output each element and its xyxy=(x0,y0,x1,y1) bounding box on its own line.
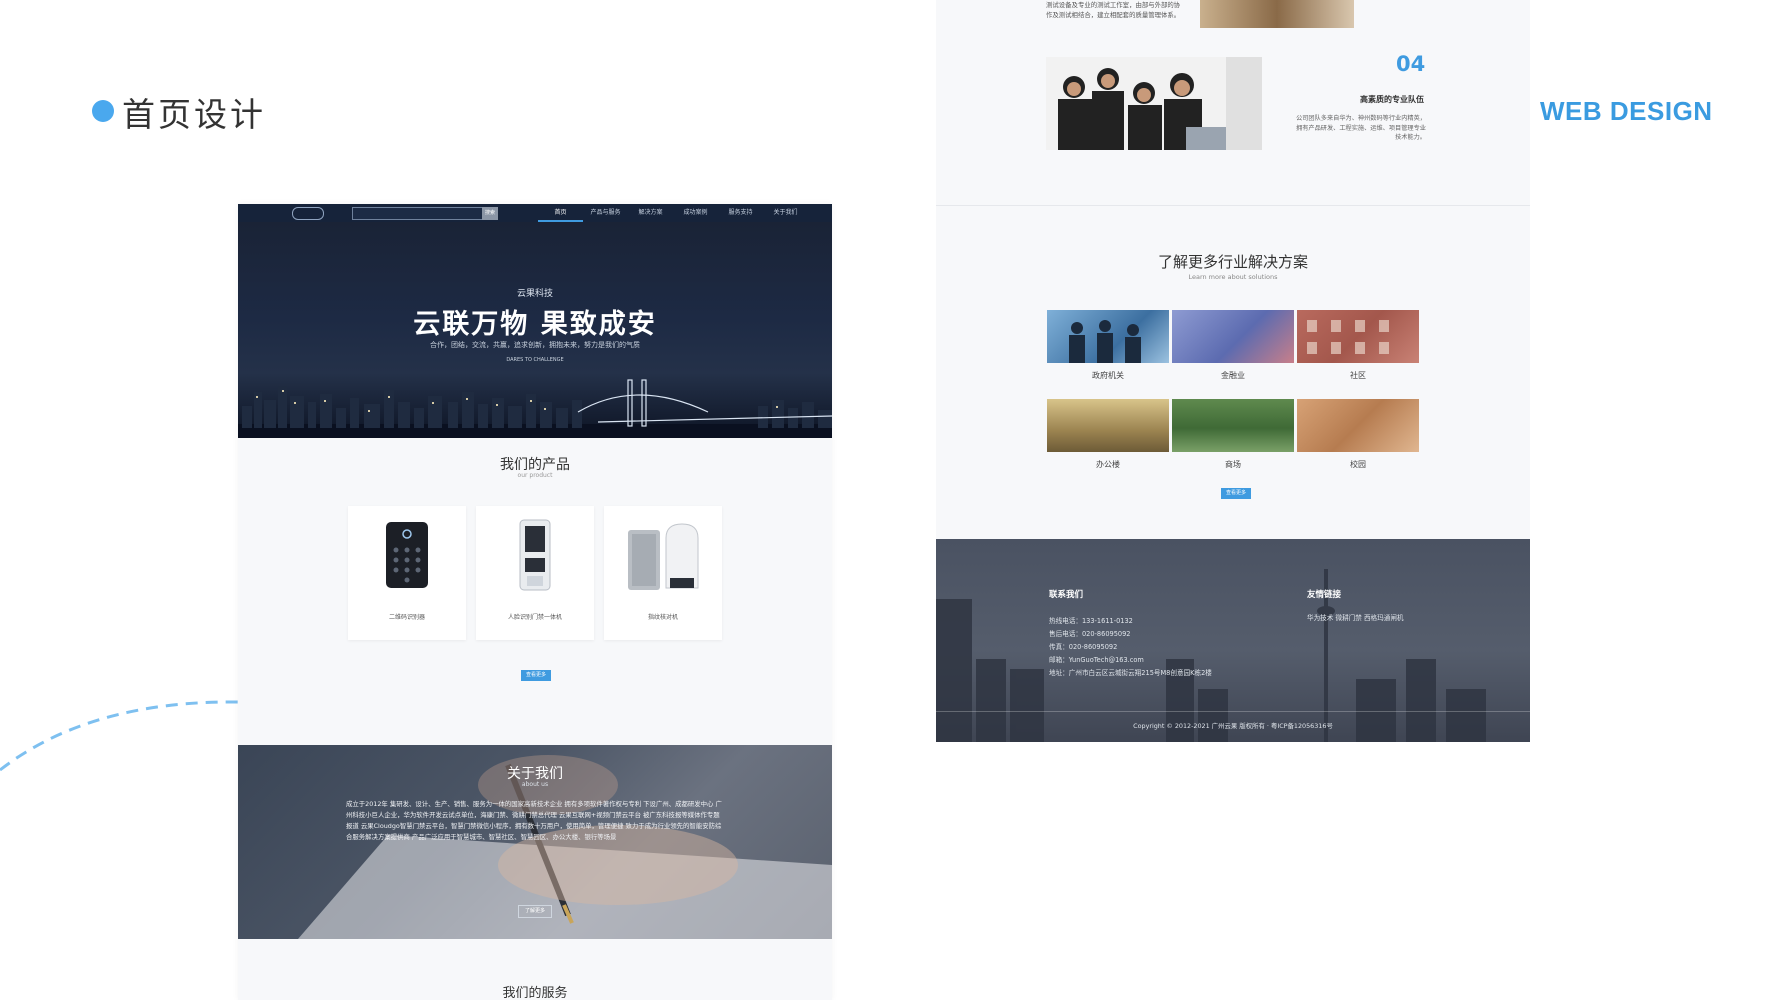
footer-links[interactable]: 华为技术 微耕门禁 西格玛通闸机 xyxy=(1307,612,1404,622)
community-photo xyxy=(1307,320,1389,354)
product-name: 二维码识别器 xyxy=(388,614,425,621)
product-card[interactable]: 人脸识别门禁一体机 xyxy=(476,506,594,640)
solution-tile-government[interactable] xyxy=(1047,310,1169,363)
section-divider xyxy=(936,205,1530,206)
about-body: 成立于2012年 集研发、设计、生产、销售、服务为一体的国家高新技术企业 拥有多… xyxy=(346,800,722,841)
about-title: 关于我们 xyxy=(507,766,563,782)
title-bullet-icon xyxy=(92,100,114,122)
services-title: 我们的服务 xyxy=(502,986,568,1000)
product-card[interactable]: 指纹核对机 xyxy=(604,506,722,640)
homepage-mockup: 搜索 首页 产品与服务 解决方案 成功案例 服务支持 关于我们 云果科技 云联万… xyxy=(238,204,832,1000)
hero-slogan: 合作，团结，交流，共赢，追求创新，拥抱未来，努力是我们的气质 xyxy=(430,341,640,349)
products-more-button[interactable]: 查看更多 xyxy=(521,670,551,681)
solution-label-government: 政府机关 xyxy=(1092,371,1124,380)
product-card[interactable]: 二维码识别器 xyxy=(348,506,466,640)
footer-email[interactable]: 邮箱：YunGuoTech@163.com xyxy=(1049,654,1144,664)
city-skyline-image xyxy=(238,379,832,438)
solution-tile-mall[interactable] xyxy=(1172,399,1294,452)
nav-item-cases[interactable]: 成功案例 xyxy=(673,204,718,222)
team-people-image xyxy=(1046,57,1262,150)
products-subtitle: our product xyxy=(517,472,553,479)
face-terminal-icon xyxy=(519,519,551,591)
decorative-dashed-arc xyxy=(0,700,240,772)
hero-english: DARES TO CHALLENGE xyxy=(506,357,564,363)
footer-service-phone: 售后电话：020-86095092 xyxy=(1049,630,1131,638)
footer-hotline: 热线电话：133-1611-0132 xyxy=(1049,617,1133,625)
solution-tile-campus[interactable] xyxy=(1297,399,1419,452)
solution-tile-finance[interactable] xyxy=(1172,310,1294,363)
fingerprint-device-icon xyxy=(628,523,699,590)
products-title: 我们的产品 xyxy=(500,457,570,473)
footer-fax: 传真：020-86095092 xyxy=(1049,643,1118,651)
nav-item-about[interactable]: 关于我们 xyxy=(763,204,808,222)
about-more-button[interactable]: 了解更多 xyxy=(518,905,552,918)
solution-label-campus: 校园 xyxy=(1350,460,1366,469)
team-photo xyxy=(1046,57,1262,150)
footer-copyright: Copyright © 2012-2021 广州云果 版权所有 · 粤ICP备1… xyxy=(1133,722,1333,730)
about-subtitle: about us xyxy=(521,781,549,788)
keypad-reader-icon xyxy=(386,522,428,588)
team-title: 高素质的专业队伍 xyxy=(1360,95,1424,104)
product-name: 人脸识别门禁一体机 xyxy=(507,614,562,621)
search-button[interactable]: 搜索 xyxy=(482,207,498,220)
team-description: 公司团队多来自华为、神州数码等行业内精英，拥有产品研发、工程实施、运维、项目管理… xyxy=(1296,115,1426,141)
footer-contact-title: 联系我们 xyxy=(1049,590,1084,600)
quality-text: 测试设备及专业的测试工作室，由部与外部的协作及测试相结合，建立相配套的质量管理体… xyxy=(1046,1,1181,19)
hero-subtitle: 云果科技 xyxy=(516,289,553,299)
search-input[interactable] xyxy=(352,207,484,220)
solution-label-community: 社区 xyxy=(1350,371,1366,380)
slide-title: 首页设计 xyxy=(122,95,266,134)
footer-divider xyxy=(936,711,1530,712)
solutions-subtitle: Learn more about solutions xyxy=(1188,273,1278,281)
product-name: 指纹核对机 xyxy=(647,614,678,621)
solution-label-finance: 金融业 xyxy=(1221,371,1245,380)
team-number: 04 xyxy=(1396,52,1426,76)
footer-links-title: 友情链接 xyxy=(1307,590,1342,600)
solution-label-mall: 商场 xyxy=(1225,460,1241,469)
nav-menu: 首页 产品与服务 解决方案 成功案例 服务支持 关于我们 xyxy=(538,204,808,222)
hero-title: 云联万物 果致成安 xyxy=(413,309,657,340)
slide-tag: WEB DESIGN xyxy=(1540,96,1713,126)
solutions-page-mockup: 测试设备及专业的测试工作室，由部与外部的协作及测试相结合，建立相配套的质量管理体… xyxy=(936,0,1530,742)
office-photo xyxy=(1200,0,1354,28)
solution-tile-office[interactable] xyxy=(1047,399,1169,452)
site-footer: 联系我们 热线电话：133-1611-0132 售后电话：020-8609509… xyxy=(936,539,1530,742)
nav-item-products[interactable]: 产品与服务 xyxy=(583,204,628,222)
nav-item-solutions[interactable]: 解决方案 xyxy=(628,204,673,222)
logo[interactable] xyxy=(292,207,324,220)
solutions-title: 了解更多行业解决方案 xyxy=(1157,253,1308,271)
nav-item-home[interactable]: 首页 xyxy=(538,204,583,222)
hero-banner: 云果科技 云联万物 果致成安 合作，团结，交流，共赢，追求创新，拥抱未来，努力是… xyxy=(238,222,832,438)
about-section: 关于我们 about us 成立于2012年 集研发、设计、生产、销售、服务为一… xyxy=(238,745,832,939)
solutions-more-button[interactable]: 查看更多 xyxy=(1221,488,1251,499)
solution-tile-community[interactable] xyxy=(1297,310,1419,363)
footer-address: 地址：广州市白云区云城街云翔215号M8创意园K栋2楼 xyxy=(1049,669,1212,677)
nav-item-support[interactable]: 服务支持 xyxy=(718,204,763,222)
government-photo xyxy=(1069,320,1141,363)
solution-label-office: 办公楼 xyxy=(1096,460,1120,469)
nav-bar: 搜索 首页 产品与服务 解决方案 成功案例 服务支持 关于我们 xyxy=(238,204,832,222)
